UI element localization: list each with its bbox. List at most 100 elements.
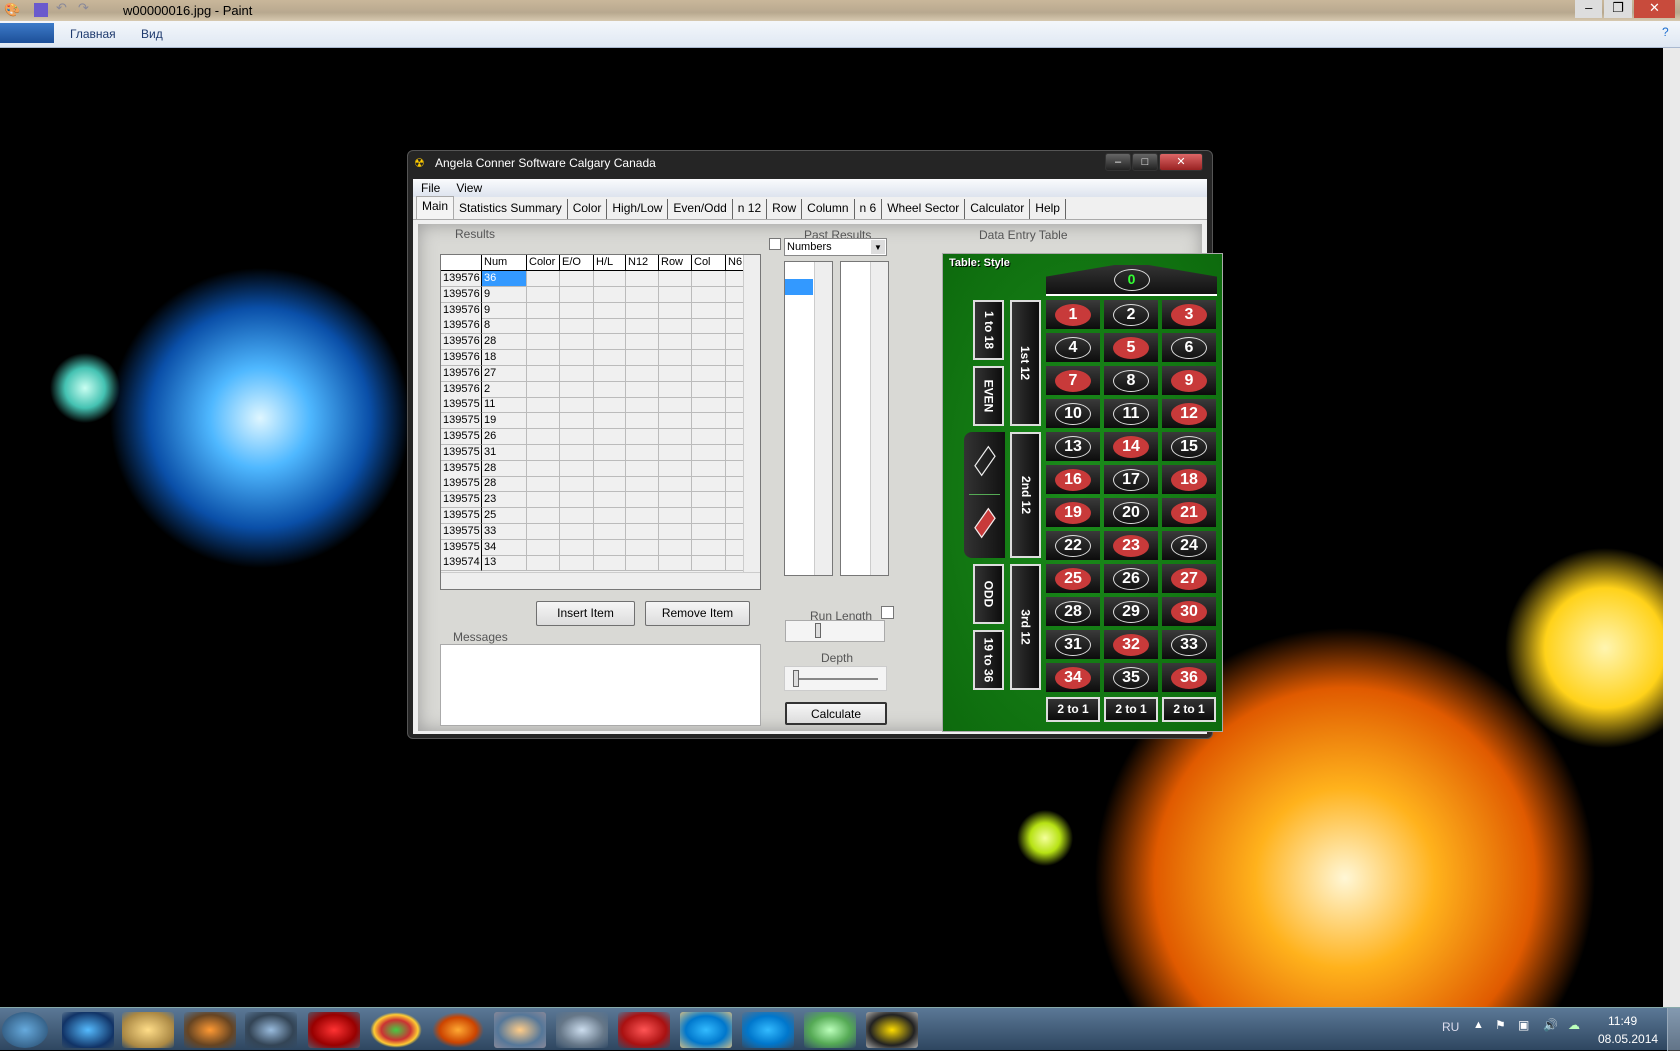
column-bet-2[interactable]: 2 to 1 (1104, 697, 1158, 722)
paint-taskbar-icon[interactable] (494, 1012, 546, 1048)
grid-cell[interactable] (626, 302, 659, 319)
grid-cell[interactable] (560, 476, 594, 493)
grid-cell[interactable] (527, 334, 560, 351)
grid-cell[interactable] (659, 286, 692, 303)
grid-cell[interactable] (626, 429, 659, 445)
column-header[interactable]: H/L (594, 255, 626, 271)
column-header[interactable]: Num (482, 255, 527, 271)
grid-cell[interactable] (527, 350, 560, 366)
grid-cell[interactable] (560, 523, 594, 540)
grid-cell[interactable] (594, 271, 626, 287)
past-results-combo[interactable]: Numbers ▼ (784, 238, 887, 256)
grid-cell[interactable] (527, 429, 560, 445)
notes-icon[interactable] (804, 1012, 856, 1048)
number-cell-10[interactable]: 10 (1046, 399, 1100, 428)
row-id[interactable]: 139576 (441, 334, 482, 351)
grid-cell[interactable] (626, 271, 659, 287)
table-row[interactable]: 139576 8 (441, 318, 744, 335)
table-row[interactable]: 139576 36 (441, 271, 744, 287)
grid-cell[interactable] (726, 397, 744, 414)
table-row[interactable]: 139576 18 (441, 350, 744, 366)
grid-cell[interactable] (659, 429, 692, 445)
grid-cell[interactable] (659, 444, 692, 461)
grid-cell[interactable] (692, 429, 726, 445)
grid-cell[interactable] (527, 413, 560, 430)
grid-cell[interactable] (692, 350, 726, 366)
grid-cell[interactable] (560, 397, 594, 414)
chrome-icon[interactable] (370, 1012, 422, 1048)
slider-thumb[interactable] (793, 670, 799, 687)
sync-icon[interactable]: ☁ (1568, 1018, 1580, 1032)
run-length-checkbox[interactable] (881, 606, 894, 619)
grid-cell[interactable] (726, 444, 744, 461)
grid-cell[interactable] (659, 460, 692, 477)
table-row[interactable]: 139575 23 (441, 492, 744, 509)
skype-icon-2[interactable] (742, 1012, 794, 1048)
grid-cell[interactable] (659, 492, 692, 509)
grid-cell[interactable]: 31 (482, 444, 527, 461)
row-id[interactable]: 139575 (441, 397, 482, 414)
table-row[interactable]: 139575 34 (441, 539, 744, 556)
tab-row[interactable]: Row (767, 199, 803, 219)
number-cell-7[interactable]: 7 (1046, 366, 1100, 395)
grid-cell[interactable] (560, 302, 594, 319)
number-cell-34[interactable]: 34 (1046, 663, 1100, 692)
tab-calculator[interactable]: Calculator (965, 199, 1031, 219)
number-cell-9[interactable]: 9 (1162, 366, 1216, 395)
grid-cell[interactable] (626, 508, 659, 524)
number-cell-29[interactable]: 29 (1104, 597, 1158, 626)
calculate-button[interactable]: Calculate (785, 702, 887, 725)
column-bet-3[interactable]: 2 to 1 (1162, 697, 1216, 722)
grid-cell[interactable]: 26 (482, 429, 527, 445)
language-indicator[interactable]: RU (1442, 1020, 1459, 1034)
tab-view[interactable]: Вид (141, 27, 163, 41)
number-cell-35[interactable]: 35 (1104, 663, 1158, 692)
grid-cell[interactable] (527, 318, 560, 335)
grid-cell[interactable] (560, 429, 594, 445)
grid-cell[interactable] (726, 492, 744, 509)
grid-cell[interactable] (594, 523, 626, 540)
grid-cell[interactable] (594, 460, 626, 477)
grid-cell[interactable] (560, 286, 594, 303)
past-results-checkbox[interactable] (769, 238, 781, 250)
grid-cell[interactable] (560, 492, 594, 509)
table-row[interactable]: 139575 31 (441, 444, 744, 461)
tab-even-odd[interactable]: Even/Odd (668, 199, 733, 219)
grid-cell[interactable] (726, 334, 744, 351)
grid-cell[interactable] (626, 318, 659, 335)
grid-cell[interactable]: 27 (482, 365, 527, 382)
grid-cell[interactable] (594, 508, 626, 524)
grid-cell[interactable]: 8 (482, 318, 527, 335)
row-id[interactable]: 139574 (441, 555, 482, 572)
number-cell-22[interactable]: 22 (1046, 531, 1100, 560)
grid-cell[interactable] (726, 460, 744, 477)
grid-cell[interactable] (692, 286, 726, 303)
grid-cell[interactable] (527, 476, 560, 493)
grid-cell[interactable]: 2 (482, 381, 527, 398)
grid-cell[interactable] (594, 350, 626, 366)
grid-cell[interactable] (659, 413, 692, 430)
start-button[interactable] (2, 1012, 48, 1048)
number-cell-32[interactable]: 32 (1104, 630, 1158, 659)
grid-cell[interactable] (594, 413, 626, 430)
zero-cell[interactable]: 0 (1046, 265, 1217, 294)
dozen-3rd[interactable]: 3rd 12 (1010, 564, 1041, 690)
app-close-button[interactable]: ✕ (1159, 153, 1203, 171)
column-header[interactable] (441, 255, 482, 271)
grid-cell[interactable] (726, 286, 744, 303)
grid-cell[interactable] (626, 350, 659, 366)
grid-cell[interactable] (626, 444, 659, 461)
bet-odd[interactable]: ODD (973, 564, 1004, 624)
number-cell-5[interactable]: 5 (1104, 333, 1158, 362)
grid-cell[interactable] (626, 523, 659, 540)
table-row[interactable]: 139576 9 (441, 302, 744, 319)
grid-cell[interactable] (594, 429, 626, 445)
bet-even[interactable]: EVEN (973, 366, 1004, 426)
grid-cell[interactable] (626, 397, 659, 414)
black-diamond-icon[interactable] (974, 445, 996, 477)
grid-cell[interactable] (726, 508, 744, 524)
flag-icon[interactable]: ⚑ (1495, 1018, 1506, 1032)
remove-item-button[interactable]: Remove Item (645, 601, 750, 626)
grid-cell[interactable] (560, 460, 594, 477)
bet-1-to-18[interactable]: 1 to 18 (973, 300, 1004, 360)
